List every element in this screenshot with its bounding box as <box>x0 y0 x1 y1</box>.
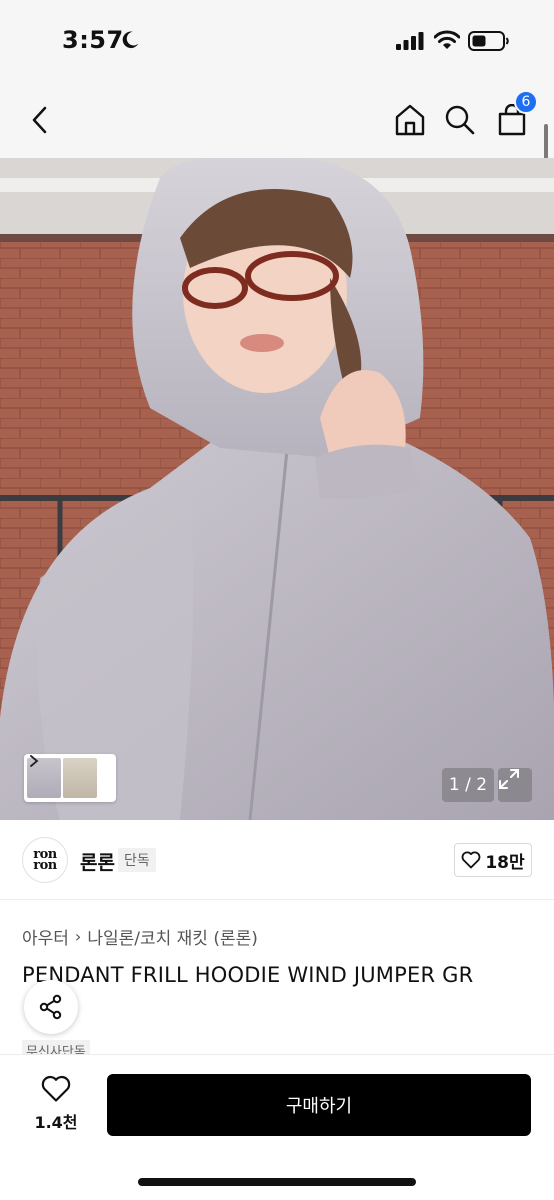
wifi-icon <box>434 30 460 49</box>
status-bar: 3:57 <box>0 0 554 82</box>
brand-row: ron ron 론론 단독 18만 <box>0 820 554 900</box>
breadcrumb-item[interactable]: 아우터 <box>22 924 69 949</box>
home-button[interactable] <box>388 98 432 142</box>
share-button[interactable] <box>24 980 78 1034</box>
home-icon <box>395 104 425 136</box>
chevron-right-icon: › <box>74 927 82 946</box>
buy-button[interactable]: 구매하기 <box>107 1074 531 1136</box>
brand-name[interactable]: 론론 <box>80 848 115 875</box>
brand-like-count: 18만 <box>485 852 525 873</box>
brand-like-button[interactable]: 18만 <box>454 843 532 877</box>
share-icon <box>39 994 62 1020</box>
home-indicator <box>138 1178 416 1186</box>
battery-icon <box>468 31 509 51</box>
breadcrumb-item[interactable]: 나일론/코치 재킷 (론론) <box>87 924 258 949</box>
chevron-left-icon <box>32 106 47 134</box>
brand-logo[interactable]: ron ron <box>22 837 68 883</box>
product-photo <box>0 158 554 820</box>
product-image-gallery[interactable]: 1 / 2 <box>0 158 554 820</box>
cart-button[interactable]: 6 <box>490 90 538 142</box>
wishlist-count: 1.4천 <box>34 1113 78 1132</box>
status-time: 3:57 <box>62 26 124 54</box>
back-button[interactable] <box>18 98 62 142</box>
cellular-signal-icon <box>396 32 424 50</box>
top-navigation: 6 <box>0 82 554 158</box>
wishlist-button[interactable]: 1.4천 <box>30 1075 82 1139</box>
category-breadcrumb: 아우터 › 나일론/코치 재킷 (론론) <box>22 924 258 949</box>
chevron-right-icon <box>30 755 39 767</box>
brand-logo-text: ron ron <box>33 847 57 873</box>
expand-icon <box>499 769 519 789</box>
cart-count-badge: 6 <box>514 90 538 114</box>
heart-icon <box>461 851 481 869</box>
gallery-page-indicator: 1 / 2 <box>442 768 494 802</box>
brand-exclusive-tag: 단독 <box>118 848 156 872</box>
moon-icon <box>122 31 139 49</box>
product-title: PENDANT FRILL HOODIE WIND JUMPER GR <box>22 963 474 987</box>
gallery-thumbnail-strip[interactable] <box>24 754 116 802</box>
thumbnail-image[interactable] <box>63 758 97 798</box>
search-icon <box>445 105 475 135</box>
search-button[interactable] <box>438 98 482 142</box>
heart-icon <box>41 1075 71 1102</box>
expand-image-button[interactable] <box>498 768 532 802</box>
